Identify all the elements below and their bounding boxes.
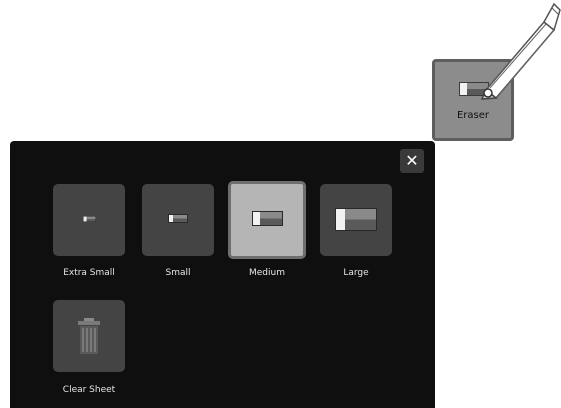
trash-icon (78, 318, 100, 354)
eraser-tool-label: Eraser (456, 110, 490, 121)
close-button[interactable]: ✕ (400, 149, 424, 173)
eraser-small-icon (168, 214, 188, 223)
eraser-extra-small-icon (83, 216, 96, 222)
eraser-medium-icon (252, 211, 283, 226)
size-small-label: Small (165, 268, 191, 278)
size-medium-label: Medium (249, 268, 285, 278)
pen-icon (480, 2, 561, 100)
size-small-button[interactable] (142, 184, 214, 256)
clear-sheet-label: Clear Sheet (62, 385, 116, 395)
size-extra-small-label: Extra Small (63, 268, 115, 278)
clear-sheet-button[interactable] (53, 300, 125, 372)
size-extra-small-button[interactable] (53, 184, 125, 256)
size-medium-button[interactable] (228, 181, 306, 259)
size-large-label: Large (343, 268, 369, 278)
eraser-large-icon (335, 208, 377, 231)
eraser-size-panel: ✕ Extra Small Small Medium Large Clear S… (10, 141, 435, 408)
close-icon: ✕ (405, 151, 419, 170)
size-large-button[interactable] (320, 184, 392, 256)
